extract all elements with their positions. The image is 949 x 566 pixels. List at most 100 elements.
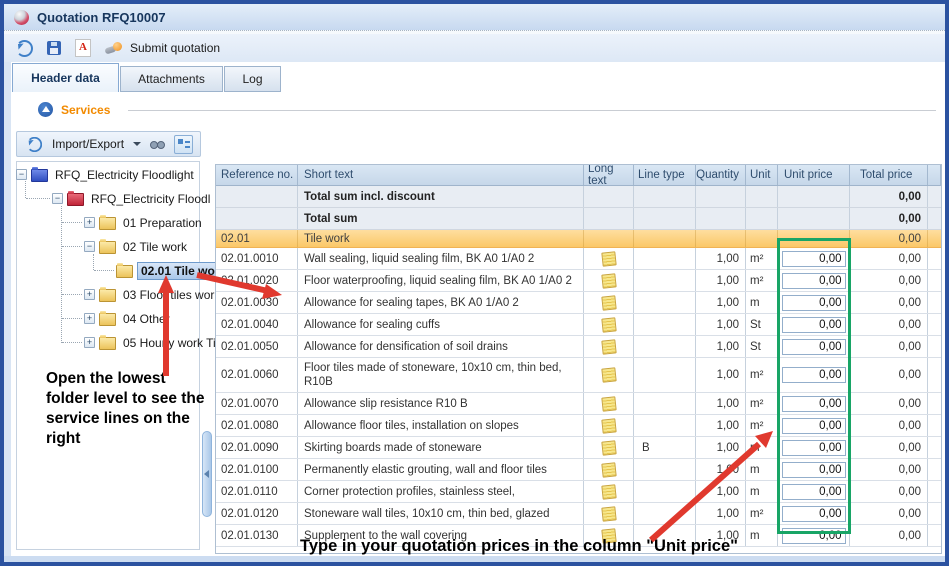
cell-short-text: Stoneware wall tiles, 10x10 cm, thin bed… xyxy=(298,503,584,524)
unit-price-input[interactable] xyxy=(782,462,846,478)
tree-item[interactable]: +03 Floor tiles works xyxy=(84,286,229,303)
table-row[interactable]: 02.01.0120 Stoneware wall tiles, 10x10 c… xyxy=(216,503,941,525)
cell-filler xyxy=(928,292,941,313)
cell-quantity: 1,00 xyxy=(696,459,746,480)
tree-item-label: RFQ_Electricity Floodl xyxy=(88,191,213,207)
tree-connector xyxy=(62,294,82,295)
services-rule xyxy=(128,110,936,111)
tab-log[interactable]: Log xyxy=(224,66,281,92)
long-text-note-icon[interactable] xyxy=(601,339,616,354)
search-binoculars-icon[interactable] xyxy=(150,140,165,149)
tree-item[interactable]: −RFQ_Electricity Floodlight xyxy=(16,166,197,183)
import-export-dropdown-icon[interactable] xyxy=(133,142,141,146)
cell-total-price: 0,00 xyxy=(850,314,928,335)
tab-attachments-label: Attachments xyxy=(138,72,205,86)
tree-expander[interactable]: − xyxy=(16,169,27,180)
unit-price-input[interactable] xyxy=(782,251,846,267)
tree-connector xyxy=(62,222,82,223)
cell-unit: St xyxy=(746,314,778,335)
long-text-note-icon[interactable] xyxy=(601,317,616,332)
cell-reference-no: 02.01.0030 xyxy=(216,292,298,313)
tree-item-label: 05 Hourly work Tile xyxy=(120,335,228,351)
long-text-note-icon[interactable] xyxy=(601,484,616,499)
unit-price-input[interactable] xyxy=(782,396,846,412)
cell-line-type xyxy=(634,481,696,502)
tree-expander[interactable]: + xyxy=(84,337,95,348)
cell-total-price: 0,00 xyxy=(850,393,928,414)
window-title: Quotation RFQ10007 xyxy=(37,10,166,25)
cell-filler xyxy=(928,503,941,524)
group-row-tile-work[interactable]: 02.01 Tile work 0,00 xyxy=(216,230,941,248)
table-row[interactable]: 02.01.0070 Allowance slip resistance R10… xyxy=(216,393,941,415)
tree-refresh-icon[interactable] xyxy=(27,136,42,151)
cell-total-price: 0,00 xyxy=(850,437,928,458)
tree-item[interactable]: 02.01 Tile work xyxy=(116,262,230,279)
unit-price-input[interactable] xyxy=(782,317,846,333)
long-text-note-icon[interactable] xyxy=(601,295,616,310)
cell-line-type xyxy=(634,503,696,524)
services-section-title: Services xyxy=(61,103,110,117)
tree-item-label: 01 Preparation xyxy=(120,215,205,231)
tree-view-toggle-button[interactable] xyxy=(174,135,193,154)
unit-price-input[interactable] xyxy=(782,440,846,456)
unit-price-input[interactable] xyxy=(782,418,846,434)
cell-filler xyxy=(928,459,941,480)
table-row[interactable]: 02.01.0050 Allowance for densification o… xyxy=(216,336,941,358)
unit-price-input[interactable] xyxy=(782,367,846,383)
long-text-note-icon[interactable] xyxy=(601,418,616,433)
long-text-note-icon[interactable] xyxy=(601,462,616,477)
table-row[interactable]: 02.01.0020 Floor waterproofing, liquid s… xyxy=(216,270,941,292)
unit-price-input[interactable] xyxy=(782,273,846,289)
table-row[interactable]: 02.01.0090 Skirting boards made of stone… xyxy=(216,437,941,459)
tree-expander[interactable]: − xyxy=(84,241,95,252)
tab-attachments[interactable]: Attachments xyxy=(120,66,223,92)
tree-expander[interactable]: − xyxy=(52,193,63,204)
tab-log-label: Log xyxy=(242,72,262,86)
cell-line-type xyxy=(634,459,696,480)
total-sum-row: Total sum 0,00 xyxy=(216,208,941,230)
table-row[interactable]: 02.01.0030 Allowance for sealing tapes, … xyxy=(216,292,941,314)
tree-item[interactable]: +05 Hourly work Tile xyxy=(84,334,228,351)
long-text-note-icon[interactable] xyxy=(601,273,616,288)
cell-reference-no: 02.01.0010 xyxy=(216,248,298,269)
cell-total-price: 0,00 xyxy=(850,292,928,313)
cell-line-type xyxy=(634,292,696,313)
services-collapse-icon[interactable] xyxy=(38,102,53,117)
submit-quotation-button[interactable]: Submit quotation xyxy=(105,41,220,55)
tree-item[interactable]: −02 Tile work xyxy=(84,238,190,255)
total-sum-label: Total sum xyxy=(298,208,584,229)
tab-header-data[interactable]: Header data xyxy=(12,63,119,92)
save-icon[interactable] xyxy=(47,41,61,55)
tree-expander[interactable]: + xyxy=(84,313,95,324)
quotation-window: Quotation RFQ10007 Submit quotation Head… xyxy=(0,0,949,566)
table-row[interactable]: 02.01.0010 Wall sealing, liquid sealing … xyxy=(216,248,941,270)
long-text-note-icon[interactable] xyxy=(601,251,616,266)
table-row[interactable]: 02.01.0100 Permanently elastic grouting,… xyxy=(216,459,941,481)
tree-expander[interactable]: + xyxy=(84,289,95,300)
unit-price-input[interactable] xyxy=(782,484,846,500)
cell-total-price: 0,00 xyxy=(850,248,928,269)
unit-price-input[interactable] xyxy=(782,295,846,311)
tree-expander[interactable]: + xyxy=(84,217,95,228)
import-export-button[interactable]: Import/Export xyxy=(52,137,124,151)
tree-item[interactable]: − RFQ_Electricity Floodl xyxy=(52,190,213,207)
tree-item[interactable]: +04 Other xyxy=(84,310,173,327)
group-reference-no: 02.01 xyxy=(216,230,298,247)
refresh-icon[interactable] xyxy=(16,40,33,57)
pdf-export-icon[interactable] xyxy=(75,39,91,57)
long-text-note-icon[interactable] xyxy=(601,440,616,455)
unit-price-input[interactable] xyxy=(782,506,846,522)
long-text-note-icon[interactable] xyxy=(601,367,616,382)
table-row[interactable]: 02.01.0060 Floor tiles made of stoneware… xyxy=(216,358,941,393)
tree-item-label: 03 Floor tiles works xyxy=(120,287,229,303)
table-row[interactable]: 02.01.0040 Allowance for sealing cuffs 1… xyxy=(216,314,941,336)
long-text-note-icon[interactable] xyxy=(601,506,616,521)
tree-item[interactable]: +01 Preparation xyxy=(84,214,205,231)
unit-price-input[interactable] xyxy=(782,339,846,355)
cell-line-type xyxy=(634,270,696,291)
table-row[interactable]: 02.01.0110 Corner protection profiles, s… xyxy=(216,481,941,503)
table-row[interactable]: 02.01.0080 Allowance floor tiles, instal… xyxy=(216,415,941,437)
long-text-note-icon[interactable] xyxy=(601,396,616,411)
cell-short-text: Skirting boards made of stoneware xyxy=(298,437,584,458)
cell-short-text: Floor waterproofing, liquid sealing film… xyxy=(298,270,584,291)
